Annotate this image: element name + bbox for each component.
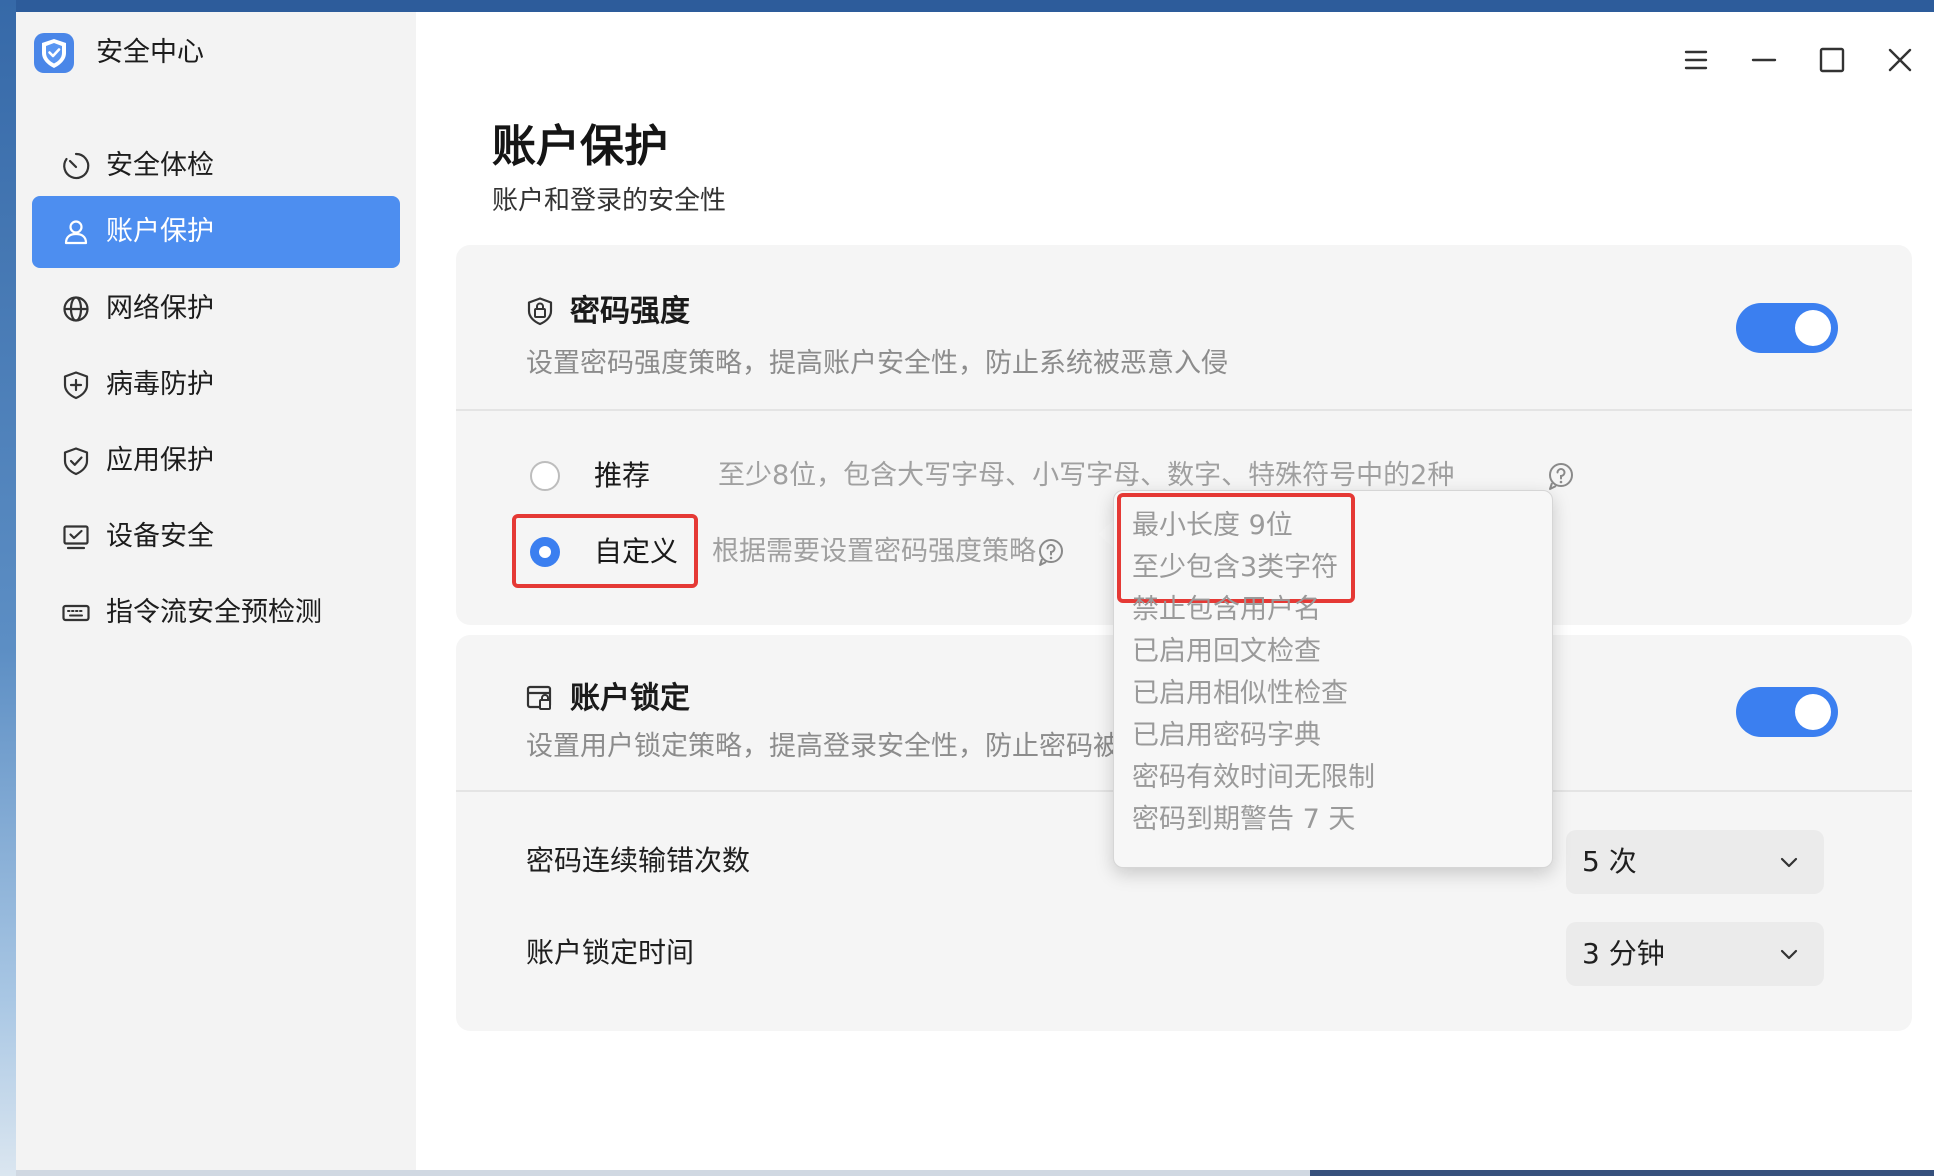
desktop-top-band bbox=[0, 0, 1934, 12]
page-subtitle: 账户和登录的安全性 bbox=[492, 186, 727, 216]
policy-line: 已启用回文检查 bbox=[1132, 636, 1321, 667]
globe-icon bbox=[63, 296, 89, 322]
help-icon[interactable] bbox=[1546, 461, 1576, 491]
sidebar-item-account-protection[interactable]: 账户保护 bbox=[32, 196, 400, 268]
account-lock-title: 账户锁定 bbox=[570, 681, 690, 716]
sidebar-item-label: 安全体检 bbox=[106, 150, 214, 181]
password-strength-description: 设置密码强度策略，提高账户安全性，防止系统被恶意入侵 bbox=[526, 348, 1228, 379]
sidebar-item-label: 病毒防护 bbox=[106, 369, 214, 400]
page-title: 账户保护 bbox=[492, 121, 668, 172]
maximize-icon[interactable] bbox=[1812, 40, 1852, 80]
lock-duration-label: 账户锁定时间 bbox=[526, 936, 695, 969]
menu-icon[interactable] bbox=[1676, 40, 1716, 80]
sidebar-item-label: 账户保护 bbox=[106, 216, 214, 247]
toggle-knob bbox=[1795, 694, 1831, 730]
sidebar: 安全中心 安全体检 账户保护 网络保护 病毒防护 应用保护 设备安全 指令流安全… bbox=[16, 12, 416, 1170]
custom-label: 自定义 bbox=[594, 535, 679, 568]
account-lock-description: 设置用户锁定策略，提高登录安全性，防止密码被 bbox=[526, 731, 1120, 762]
security-center-window: 安全中心 安全体检 账户保护 网络保护 病毒防护 应用保护 设备安全 指令流安全… bbox=[16, 12, 1934, 1170]
sidebar-item-network-protection[interactable]: 网络保护 bbox=[32, 273, 400, 345]
custom-radio[interactable] bbox=[530, 537, 560, 567]
sidebar-item-app-protection[interactable]: 应用保护 bbox=[32, 425, 400, 497]
lock-card-icon bbox=[526, 685, 552, 710]
policy-line: 至少包含3类字符 bbox=[1132, 552, 1339, 583]
policy-line: 最小长度 9位 bbox=[1132, 510, 1293, 541]
sidebar-item-virus-protection[interactable]: 病毒防护 bbox=[32, 349, 400, 421]
checkup-icon bbox=[63, 152, 90, 180]
failed-attempts-label: 密码连续输错次数 bbox=[526, 844, 751, 877]
desktop-background bbox=[0, 0, 16, 1176]
password-strength-toggle[interactable] bbox=[1736, 303, 1838, 353]
policy-tooltip: 最小长度 9位 至少包含3类字符 禁止包含用户名 已启用回文检查 已启用相似性检… bbox=[1113, 490, 1553, 868]
shield-check-icon bbox=[63, 447, 89, 476]
lock-duration-select[interactable]: 3 分钟 bbox=[1566, 922, 1824, 986]
sidebar-item-device-security[interactable]: 设备安全 bbox=[32, 501, 400, 573]
minimize-icon[interactable] bbox=[1744, 40, 1784, 80]
policy-line: 禁止包含用户名 bbox=[1132, 594, 1321, 625]
chevron-down-icon bbox=[1780, 857, 1798, 868]
close-icon[interactable] bbox=[1880, 40, 1920, 80]
card-divider bbox=[456, 409, 1912, 411]
help-icon[interactable] bbox=[1036, 537, 1066, 567]
recommended-label: 推荐 bbox=[594, 459, 651, 492]
policy-line: 已启用相似性检查 bbox=[1132, 678, 1348, 709]
recommended-radio[interactable] bbox=[530, 461, 560, 491]
password-strength-title: 密码强度 bbox=[570, 294, 690, 329]
sidebar-item-command-flow-precheck[interactable]: 指令流安全预检测 bbox=[32, 577, 400, 649]
sidebar-item-label: 指令流安全预检测 bbox=[106, 597, 322, 628]
sidebar-item-label: 应用保护 bbox=[106, 445, 214, 476]
failed-attempts-value: 5 次 bbox=[1582, 845, 1637, 878]
chevron-down-icon bbox=[1780, 949, 1798, 960]
keyboard-icon bbox=[62, 604, 90, 622]
app-title: 安全中心 bbox=[96, 37, 204, 68]
policy-line: 密码有效时间无限制 bbox=[1132, 762, 1375, 793]
custom-description: 根据需要设置密码强度策略 bbox=[712, 536, 1036, 567]
policy-line: 已启用密码字典 bbox=[1132, 720, 1321, 751]
user-icon bbox=[64, 220, 88, 245]
policy-line: 密码到期警告 7 天 bbox=[1132, 804, 1356, 835]
shield-plus-icon bbox=[63, 371, 89, 400]
lock-duration-value: 3 分钟 bbox=[1582, 937, 1665, 970]
sidebar-item-checkup[interactable]: 安全体检 bbox=[32, 130, 400, 202]
toggle-knob bbox=[1795, 310, 1831, 346]
sidebar-item-label: 网络保护 bbox=[106, 293, 214, 324]
account-lock-toggle[interactable] bbox=[1736, 687, 1838, 737]
sidebar-item-label: 设备安全 bbox=[106, 521, 214, 552]
password-shield-icon bbox=[527, 297, 553, 326]
shield-logo-icon bbox=[34, 33, 74, 73]
failed-attempts-select[interactable]: 5 次 bbox=[1566, 830, 1824, 894]
device-check-icon bbox=[63, 525, 89, 550]
